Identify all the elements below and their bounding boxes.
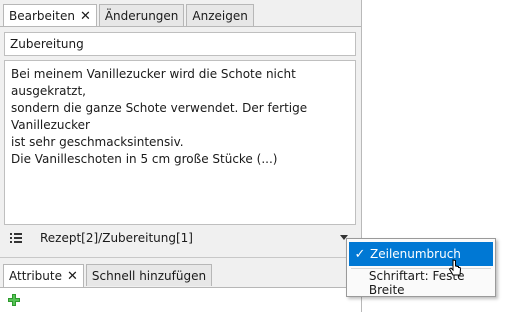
editor-tabs: Bearbeiten ✕ Änderungen Anzeigen [0, 4, 254, 27]
xpath-label: Rezept[2]/Zubereitung[1] [40, 231, 193, 245]
title-input[interactable]: Zubereitung [4, 32, 356, 56]
tab-divider [0, 26, 361, 27]
tab-anzeigen[interactable]: Anzeigen [186, 4, 254, 26]
close-icon[interactable]: ✕ [80, 9, 91, 24]
context-menu: ✓ Zeilenumbruch Schriftart: Feste Breite [346, 238, 496, 297]
add-icon[interactable] [8, 294, 20, 306]
menu-item-feste-breite[interactable]: Schriftart: Feste Breite [349, 269, 493, 297]
editor-panel: Bearbeiten ✕ Änderungen Anzeigen Zuberei… [0, 0, 362, 312]
tab-label: Änderungen [104, 8, 179, 23]
tab-label: Anzeigen [192, 8, 248, 23]
menu-item-label: Schriftart: Feste Breite [368, 269, 465, 297]
check-icon: ✓ [354, 246, 366, 262]
list-icon[interactable] [10, 232, 24, 244]
tab-attribute[interactable]: Attribute ✕ [3, 264, 84, 287]
tab-bearbeiten[interactable]: Bearbeiten ✕ [3, 4, 97, 27]
content-textarea[interactable]: Bei meinem Vanillezucker wird die Schote… [4, 60, 356, 225]
tab-label: Schnell hinzufügen [91, 268, 207, 283]
mouse-cursor-icon [448, 259, 462, 276]
panel-divider [0, 257, 361, 258]
path-bar: Rezept[2]/Zubereitung[1] [0, 227, 361, 251]
tab-label: Attribute [9, 269, 62, 283]
attribute-pane [0, 288, 361, 312]
tab-aenderungen[interactable]: Änderungen [98, 4, 185, 26]
tab-schnell-hinzufuegen[interactable]: Schnell hinzufügen [85, 264, 213, 286]
close-icon[interactable]: ✕ [67, 269, 78, 284]
menu-item-zeilenumbruch[interactable]: ✓ Zeilenumbruch [349, 242, 493, 266]
lower-tabs: Attribute ✕ Schnell hinzufügen [0, 264, 213, 288]
tab-label: Bearbeiten [9, 9, 75, 23]
title-input-value: Zubereitung [10, 37, 84, 51]
